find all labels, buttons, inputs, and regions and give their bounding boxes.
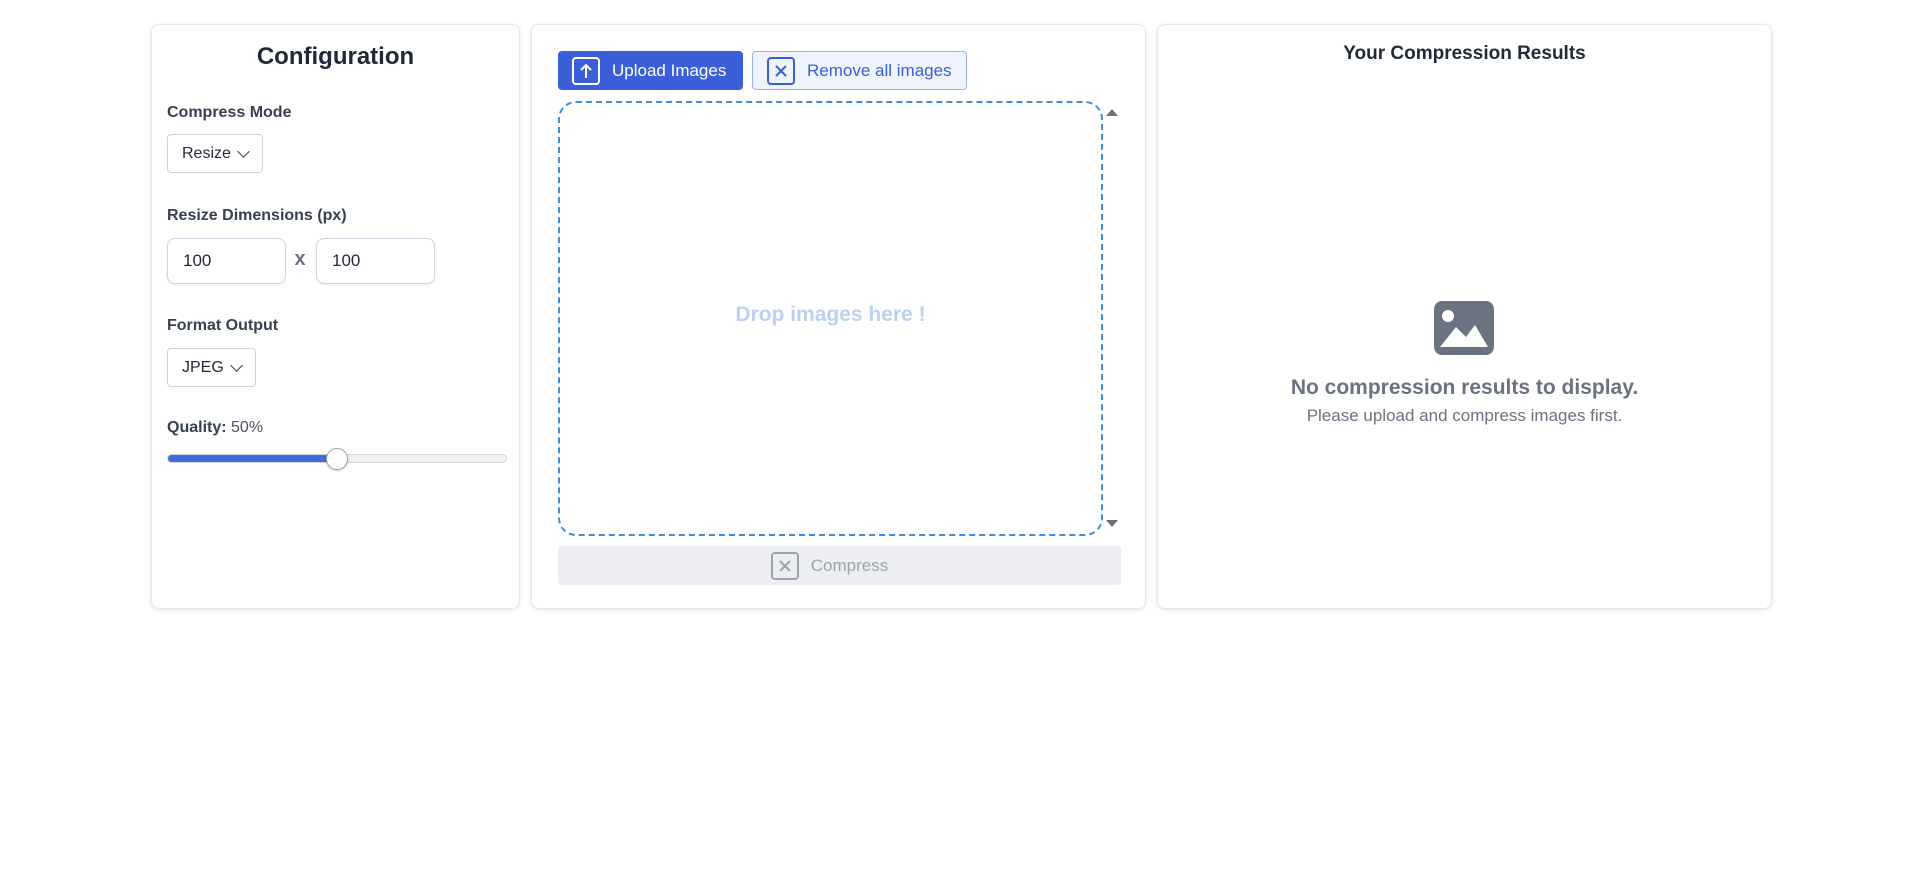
format-output-label: Format Output: [167, 317, 279, 334]
format-output-value: JPEG: [182, 358, 224, 376]
upload-arrow-icon: [572, 56, 600, 85]
quality-value: 50%: [231, 419, 264, 436]
empty-results-title: No compression results to display.: [1290, 376, 1639, 399]
resize-width-input[interactable]: [167, 238, 286, 284]
dimension-separator: x: [294, 248, 306, 270]
quality-slider-thumb[interactable]: [326, 448, 348, 470]
format-output-select[interactable]: JPEG: [167, 348, 256, 387]
image-dropzone[interactable]: Drop images here !: [558, 101, 1103, 536]
chevron-down-icon: [237, 144, 250, 158]
compress-mode-select[interactable]: Resize: [167, 134, 263, 173]
quality-slider[interactable]: [167, 448, 507, 470]
configuration-panel: Configuration Compress Mode Resize Resiz…: [151, 24, 520, 609]
compress-label: Compress: [810, 555, 889, 575]
resize-dimensions-label: Resize Dimensions (px): [167, 207, 347, 224]
results-title: Your Compression Results: [1343, 43, 1586, 64]
scroll-down-arrow-icon[interactable]: [1106, 520, 1118, 527]
remove-all-images-label: Remove all images: [807, 60, 952, 80]
configuration-title: Configuration: [256, 43, 415, 70]
remove-all-images-button[interactable]: Remove all images: [752, 51, 967, 90]
image-placeholder-icon: [1434, 301, 1494, 355]
compress-mode-label: Compress Mode: [167, 104, 292, 121]
chevron-down-icon: [229, 358, 243, 372]
compress-button[interactable]: Compress: [558, 546, 1121, 585]
dropzone-text: Drop images here !: [735, 302, 926, 326]
results-panel: Your Compression Results No compression …: [1157, 24, 1772, 609]
empty-results-subtitle: Please upload and compress images first.: [1306, 406, 1623, 425]
resize-height-input[interactable]: [316, 238, 435, 284]
compress-mode-value: Resize: [182, 144, 231, 162]
upload-images-button[interactable]: Upload Images: [558, 51, 743, 90]
upload-images-label: Upload Images: [612, 60, 727, 80]
quality-label: Quality: 50%: [167, 419, 263, 437]
close-icon: [767, 56, 795, 85]
close-icon: [770, 551, 799, 580]
scroll-up-arrow-icon[interactable]: [1106, 109, 1118, 116]
quality-label-text: Quality:: [167, 419, 227, 436]
upload-panel: Upload Images Remove all images Drop ima…: [531, 24, 1146, 609]
quality-slider-fill: [168, 455, 337, 462]
